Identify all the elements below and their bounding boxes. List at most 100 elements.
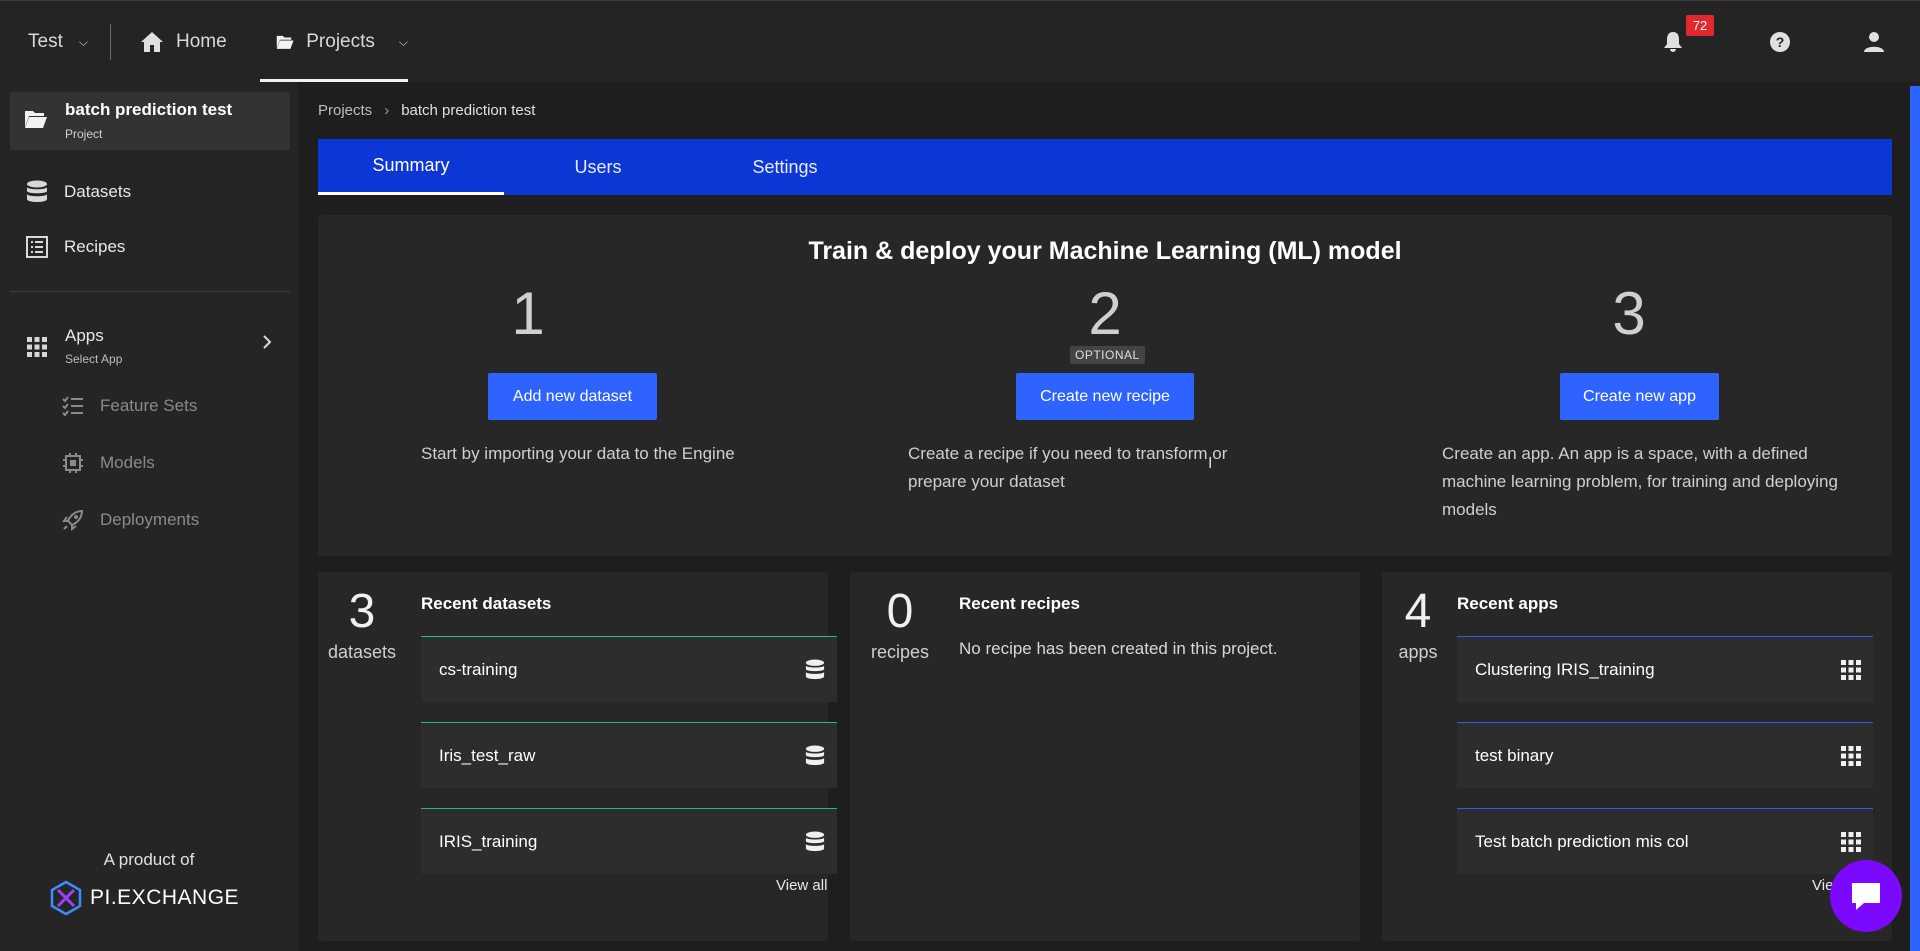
recent-recipes-title: Recent recipes [959,594,1080,613]
top-bar: Test ⌵ Home Projects ⌵ 72 ? [0,0,1920,82]
sidebar-item-feature-sets: Feature Sets [62,396,197,416]
list-item[interactable]: IRIS_training [421,808,837,874]
home-icon [141,32,163,52]
step-number: 3 [1612,280,1646,347]
chat-launcher-button[interactable] [1830,860,1902,932]
step-1: 1 [318,279,738,349]
app-name: Test batch prediction mis col [1475,831,1689,851]
rocket-icon [62,509,84,531]
add-new-dataset-button[interactable]: Add new dataset [488,373,657,420]
sidebar-item-label: Apps [65,326,104,345]
sidebar-item-datasets[interactable]: Datasets [26,180,131,204]
sidebar-item-label: Feature Sets [100,396,198,415]
tab-users[interactable]: Users [505,139,691,195]
sidebar-item-label: Models [100,453,155,472]
breadcrumb-root[interactable]: Projects [318,102,372,119]
sidebar-item-recipes[interactable]: Recipes [26,236,125,258]
folder-open-icon [276,35,294,49]
list-item[interactable]: Iris_test_raw [421,722,837,788]
create-new-app-button[interactable]: Create new app [1560,373,1719,420]
grid-icon [1841,831,1861,852]
grid-icon [1841,745,1861,766]
sidebar-item-label: Recipes [64,237,126,256]
current-project-card[interactable]: batch prediction test Project [10,92,290,150]
list-item[interactable]: cs-training [421,636,837,702]
notification-badge: 72 [1686,15,1714,36]
divider [10,291,290,292]
chevron-down-icon: ⌵ [398,34,408,49]
dataset-name: cs-training [439,659,518,679]
product-of-label: A product of [103,850,195,869]
workspace-selector[interactable]: Test ⌵ [28,1,88,83]
text-cursor-icon: I [1208,455,1213,472]
create-new-recipe-button[interactable]: Create new recipe [1016,373,1194,420]
projects-menu[interactable]: Projects ⌵ [260,1,408,83]
recent-apps-title: Recent apps [1457,594,1559,613]
list-icon [26,236,48,258]
recent-recipes-card: 0 recipes Recent recipes No recipe has b… [850,572,1360,941]
help-icon: ? [1770,32,1790,52]
database-icon [805,831,825,851]
breadcrumb-current: batch prediction test [401,102,536,119]
tab-summary[interactable]: Summary [318,139,504,195]
list-item[interactable]: test binary [1457,722,1873,788]
svg-text:?: ? [1776,34,1785,50]
database-icon [27,180,47,202]
recipes-count: 0 [886,585,914,638]
step-description: Create an app. An app is a space, with a… [1442,444,1838,519]
view-all-datasets-link[interactable]: View all [776,877,827,894]
dataset-name: IRIS_training [439,831,538,851]
recent-datasets-title: Recent datasets [421,594,552,613]
user-menu-button[interactable] [1854,1,1894,83]
step-description: Start by importing your data to the Engi… [421,444,735,463]
project-subtitle: Project [65,127,103,141]
datasets-unit: datasets [327,642,397,662]
chat-icon [1852,883,1880,910]
checklist-icon [62,396,83,416]
folder-open-icon [25,111,47,128]
database-icon [805,659,825,679]
tab-settings[interactable]: Settings [692,139,878,195]
scrollbar[interactable] [1910,86,1920,951]
step-2: 2 [895,279,1315,349]
tab-bar: Summary Users Settings [318,139,1892,195]
brand-logo: PI.EXCHANGE [48,880,239,916]
project-name: batch prediction test [65,100,233,119]
piexchange-logo-icon [50,880,82,916]
chevron-right-icon: › [384,102,390,119]
brand-name: PI.EXCHANGE [90,886,240,909]
list-item[interactable]: Clustering IRIS_training [1457,636,1873,702]
optional-tag: OPTIONAL [1070,346,1145,364]
list-item[interactable]: Test batch prediction mis col [1457,808,1873,874]
grid-icon [1841,659,1861,680]
datasets-count: 3 [348,585,376,638]
apps-subtitle: Select App [65,352,123,366]
chevron-down-icon: ⌵ [78,34,88,49]
divider [110,24,111,60]
recent-datasets-card: 3 datasets Recent datasets cs-training I… [318,572,837,941]
apps-unit: apps [1398,642,1438,662]
bell-icon [1664,32,1682,52]
step-3: 3 [1419,279,1839,349]
sidebar-item-label: Deployments [100,510,200,529]
step-description: Create a recipe if you need to transform… [908,444,1228,491]
step-number: 2 [1088,280,1122,347]
hero-title: Train & deploy your Machine Learning (ML… [808,237,1402,265]
help-button[interactable]: ? [1760,1,1800,83]
projects-label: Projects [306,31,375,52]
chevron-right-icon [263,335,272,349]
main-content: Projects › batch prediction test Summary… [298,82,1910,951]
sidebar-item-models: Models [62,452,155,474]
app-name: Clustering IRIS_training [1475,659,1655,679]
database-icon [805,745,825,765]
home-link[interactable]: Home [140,1,227,83]
recent-apps-card: 4 apps Recent apps Clustering IRIS_train… [1382,572,1892,941]
breadcrumb: Projects › batch prediction test [318,102,535,119]
grid-icon [27,337,47,357]
workspace-label: Test [28,31,63,52]
notifications-button[interactable] [1653,1,1693,83]
home-label: Home [176,31,227,52]
user-icon [1864,32,1884,52]
dataset-name: Iris_test_raw [439,745,536,765]
sidebar-item-deployments: Deployments [62,509,199,531]
